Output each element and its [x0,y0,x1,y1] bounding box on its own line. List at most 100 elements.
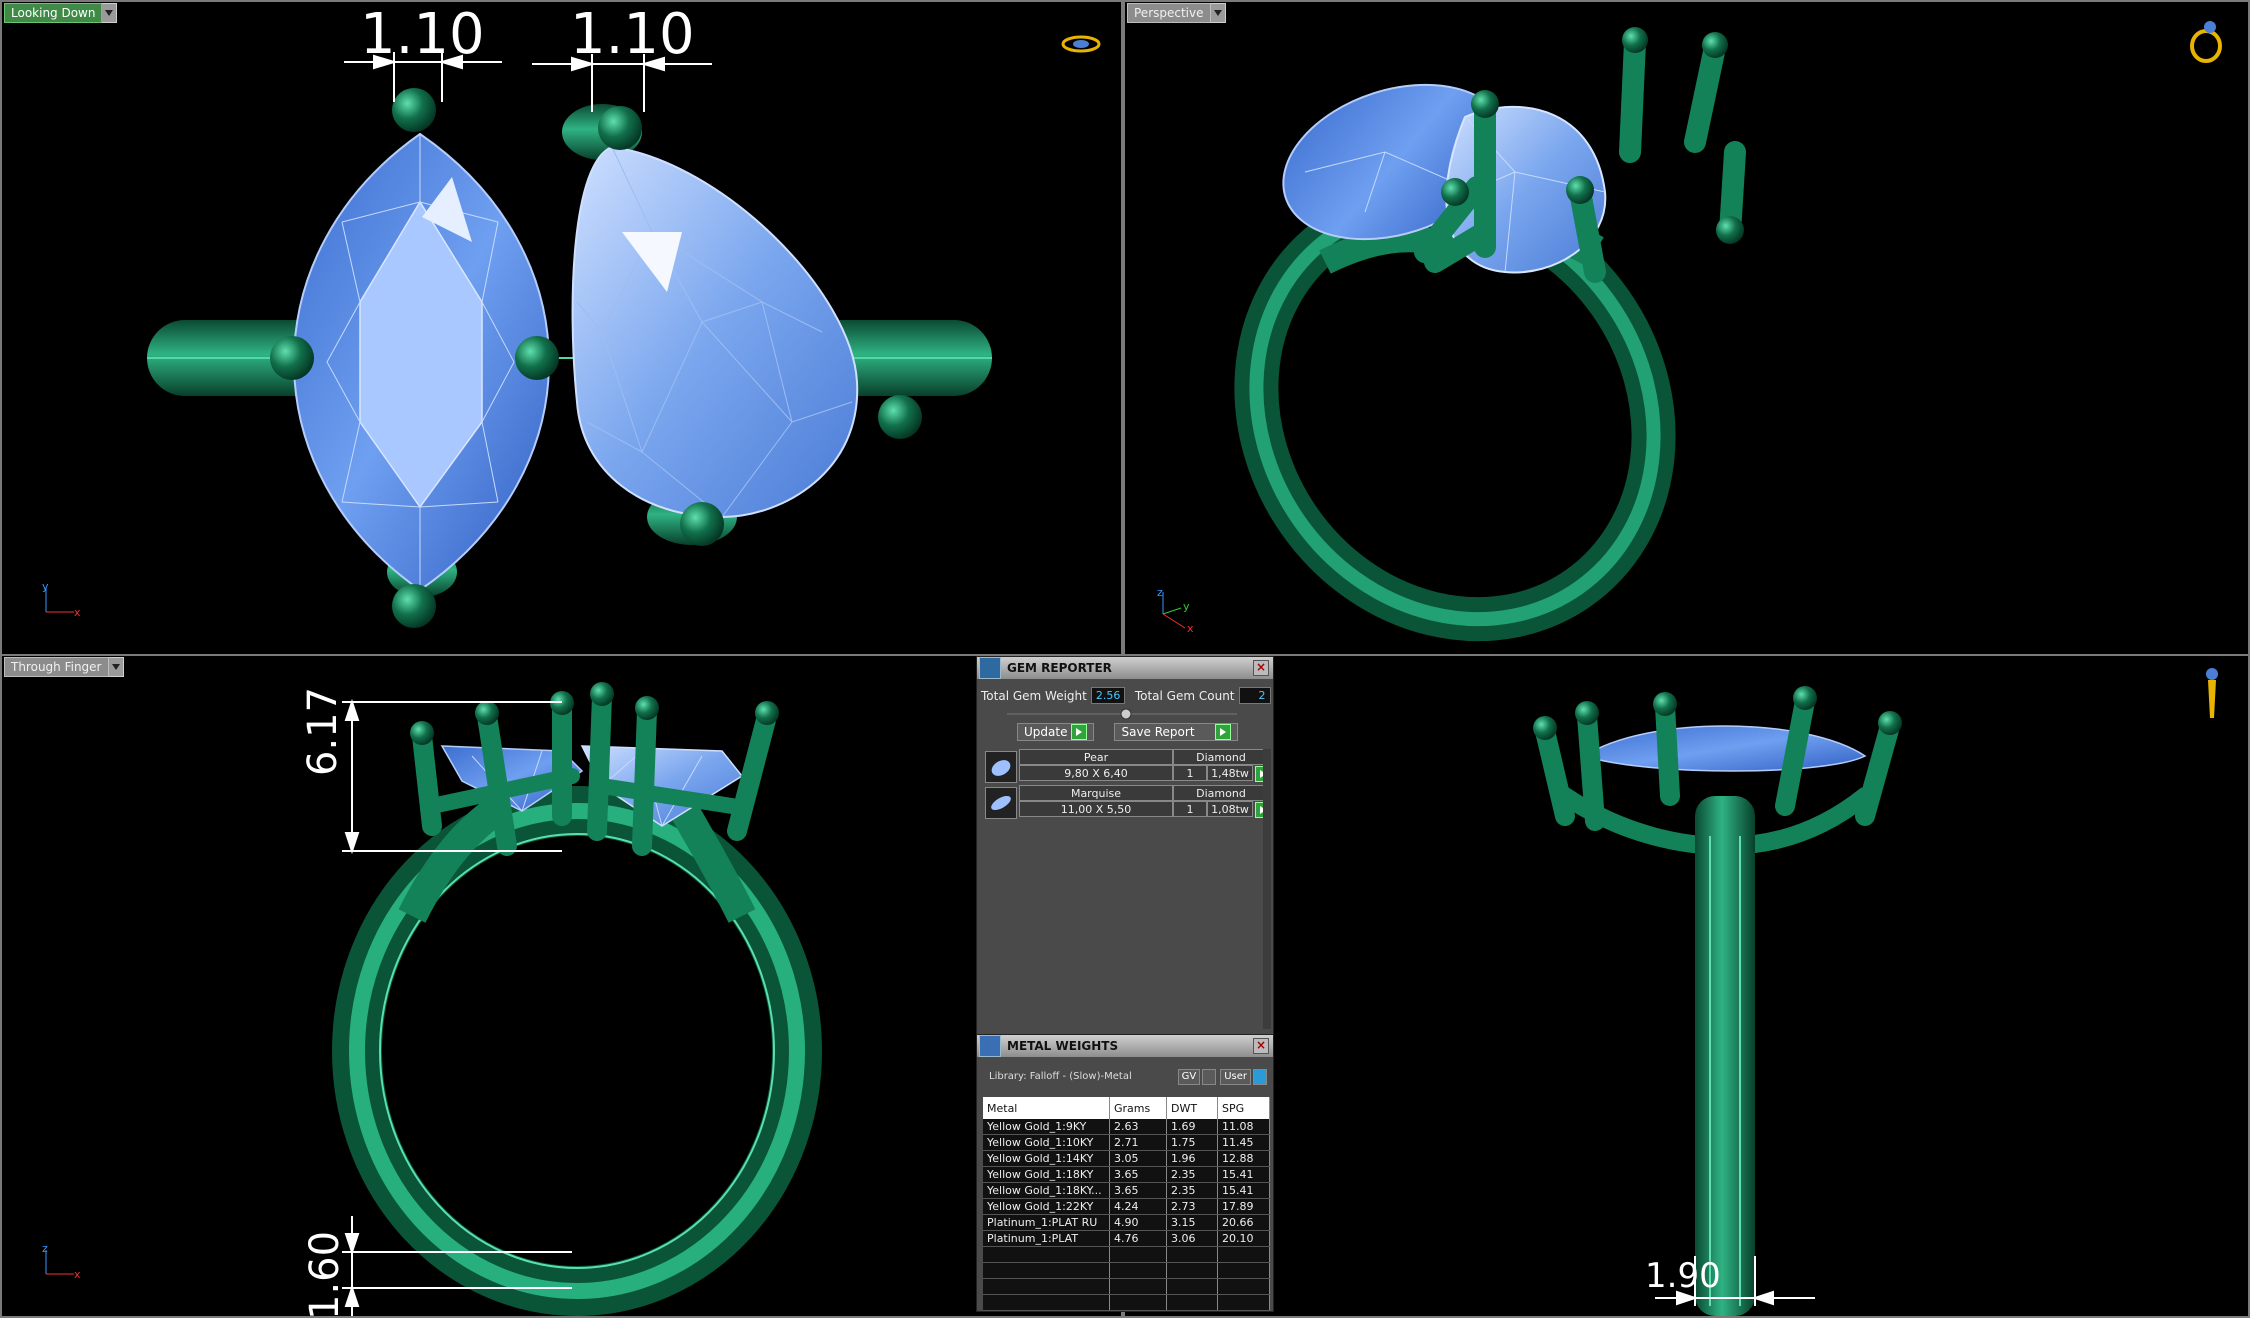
metal-grams: 4.90 [1109,1214,1167,1231]
table-row[interactable]: Platinum_1:PLAT 4.76 3.06 20.10 [983,1230,1270,1247]
table-row[interactable]: Yellow Gold_1:10KY 2.71 1.75 11.45 [983,1134,1270,1151]
viewport-label-perspective[interactable]: Perspective [1127,3,1226,23]
close-icon[interactable]: × [1253,660,1269,676]
viewport-through-finger[interactable]: Through Finger 6.17 1.60 z x [0,654,1123,1318]
axis-z-label: z [42,1242,48,1255]
metal-dwt: 2.73 [1166,1198,1218,1215]
axis-x-label: x [1187,622,1194,635]
ring-side-view-render [1533,686,1902,1316]
ring-top-view-render [147,52,992,628]
gem-reporter-title: GEM REPORTER [1007,661,1112,675]
table-row[interactable] [983,1262,1270,1279]
table-row[interactable]: Yellow Gold_1:18KY... 3.65 2.35 15.41 [983,1182,1270,1199]
metal-grams: 4.76 [1109,1230,1167,1247]
metal-dwt [1166,1262,1218,1279]
gem-reporter-panel: GEM REPORTER × Total Gem Weight 2.56 Tot… [976,656,1274,1036]
metal-name [983,1278,1110,1295]
metal-name: Platinum_1:PLAT [983,1230,1110,1247]
metal-name: Platinum_1:PLAT RU [983,1214,1110,1231]
metal-grams: 3.65 [1109,1182,1167,1199]
viewport-perspective[interactable]: Perspective z y x [1123,0,2250,656]
axis-indicator: z x [38,1242,88,1285]
table-row[interactable]: Yellow Gold_1:14KY 3.05 1.96 12.88 [983,1150,1270,1167]
chevron-down-icon[interactable] [102,3,118,23]
dimension-band-width: 1.90 [1645,1256,1721,1296]
column-header[interactable]: Grams [1109,1097,1167,1119]
gem-qty: 1 [1173,765,1207,781]
metal-grams: 3.65 [1109,1166,1167,1183]
table-row[interactable]: Yellow Gold_1:22KY 4.24 2.73 17.89 [983,1198,1270,1215]
metal-spg [1217,1246,1270,1263]
ring-perspective-render [1234,27,1746,642]
viewport-looking-down[interactable]: Looking Down 1.10 1.10 y x [0,0,1123,656]
table-row[interactable]: Yellow Gold_1:18KY 3.65 2.35 15.41 [983,1166,1270,1183]
metal-weights-titlebar[interactable]: METAL WEIGHTS × [977,1035,1273,1057]
update-button-label: Update [1024,725,1068,739]
save-report-button[interactable]: Save Report [1114,723,1239,741]
gem-material: Diamond [1173,749,1269,765]
metal-grams [1109,1294,1167,1311]
panel-divider [1007,708,1237,720]
chevron-down-icon[interactable] [1210,3,1226,23]
close-icon[interactable]: × [1253,1038,1269,1054]
gem-weight: 1,08tw [1207,801,1253,817]
ring-perspective-icon[interactable] [2188,18,2228,68]
total-count-field[interactable]: 2 [1238,687,1271,704]
gem-actions-row: Update Save Report [1017,723,1239,741]
update-button[interactable]: Update [1017,723,1095,741]
user-button[interactable]: User [1220,1069,1251,1085]
gem-qty: 1 [1173,801,1207,817]
table-row[interactable]: Yellow Gold_1:9KY 2.63 1.69 11.08 [983,1119,1270,1135]
column-header[interactable]: Metal [983,1097,1110,1119]
metal-grams: 3.05 [1109,1150,1167,1167]
metal-dwt [1166,1294,1218,1311]
table-row[interactable]: Platinum_1:PLAT RU 4.90 3.15 20.66 [983,1214,1270,1231]
viewport-side[interactable]: 1.90 [1123,654,2250,1318]
dimension-prong-left: 1.10 [360,2,485,67]
metal-name: Yellow Gold_1:10KY [983,1134,1110,1151]
metal-name: Yellow Gold_1:22KY [983,1198,1110,1215]
metal-name [983,1246,1110,1263]
metal-spg: 15.41 [1217,1182,1270,1199]
user-toggle[interactable] [1253,1069,1267,1085]
metal-spg: 11.45 [1217,1134,1270,1151]
gv-toggle[interactable] [1202,1069,1217,1085]
gem-size: 11,00 X 5,50 [1019,801,1173,817]
viewport-view-name: Through Finger [4,657,109,677]
metal-dwt [1166,1278,1218,1295]
list-item[interactable]: Pear Diamond 9,80 X 6,40 1 1,48tw [983,749,1271,783]
table-row[interactable] [983,1246,1270,1263]
diamond-icon [985,751,1017,783]
metal-spg [1217,1294,1270,1311]
diamond-icon [985,787,1017,819]
metal-name [983,1262,1110,1279]
gem-reporter-titlebar[interactable]: GEM REPORTER × [977,657,1273,679]
axis-y-label: y [1183,600,1190,613]
column-header[interactable]: SPG [1217,1097,1270,1119]
ring-side-view-icon[interactable] [2200,666,2224,726]
metal-name: Yellow Gold_1:14KY [983,1150,1110,1167]
metal-dwt: 3.15 [1166,1214,1218,1231]
table-row[interactable] [983,1278,1270,1295]
chevron-down-icon[interactable] [108,657,124,677]
metal-dwt: 1.75 [1166,1134,1218,1151]
metal-name: Yellow Gold_1:18KY [983,1166,1110,1183]
viewport-label-through-finger[interactable]: Through Finger [4,657,124,677]
gem-reporter-scrollbar[interactable] [1263,749,1271,1029]
viewport-view-name: Perspective [1127,3,1211,23]
table-row[interactable] [983,1294,1270,1311]
metal-spg: 12.88 [1217,1150,1270,1167]
metal-spg [1217,1278,1270,1295]
metal-weights-table: Metal Grams DWT SPG Yellow Gold_1:9KY 2.6… [983,1097,1270,1311]
gv-button[interactable]: GV [1177,1069,1201,1085]
ring-top-view-icon[interactable] [1061,34,1101,58]
total-weight-field[interactable]: 2.56 [1090,687,1125,704]
list-item[interactable]: Marquise Diamond 11,00 X 5,50 1 1,08tw [983,785,1271,819]
metal-spg: 15.41 [1217,1166,1270,1183]
column-header[interactable]: DWT [1166,1097,1218,1119]
metal-weights-icon [979,1035,1001,1057]
table-header: Metal Grams DWT SPG [983,1097,1270,1119]
viewport-label-looking-down[interactable]: Looking Down [4,3,118,23]
gem-material: Diamond [1173,785,1269,801]
gem-reporter-icon [979,657,1001,679]
